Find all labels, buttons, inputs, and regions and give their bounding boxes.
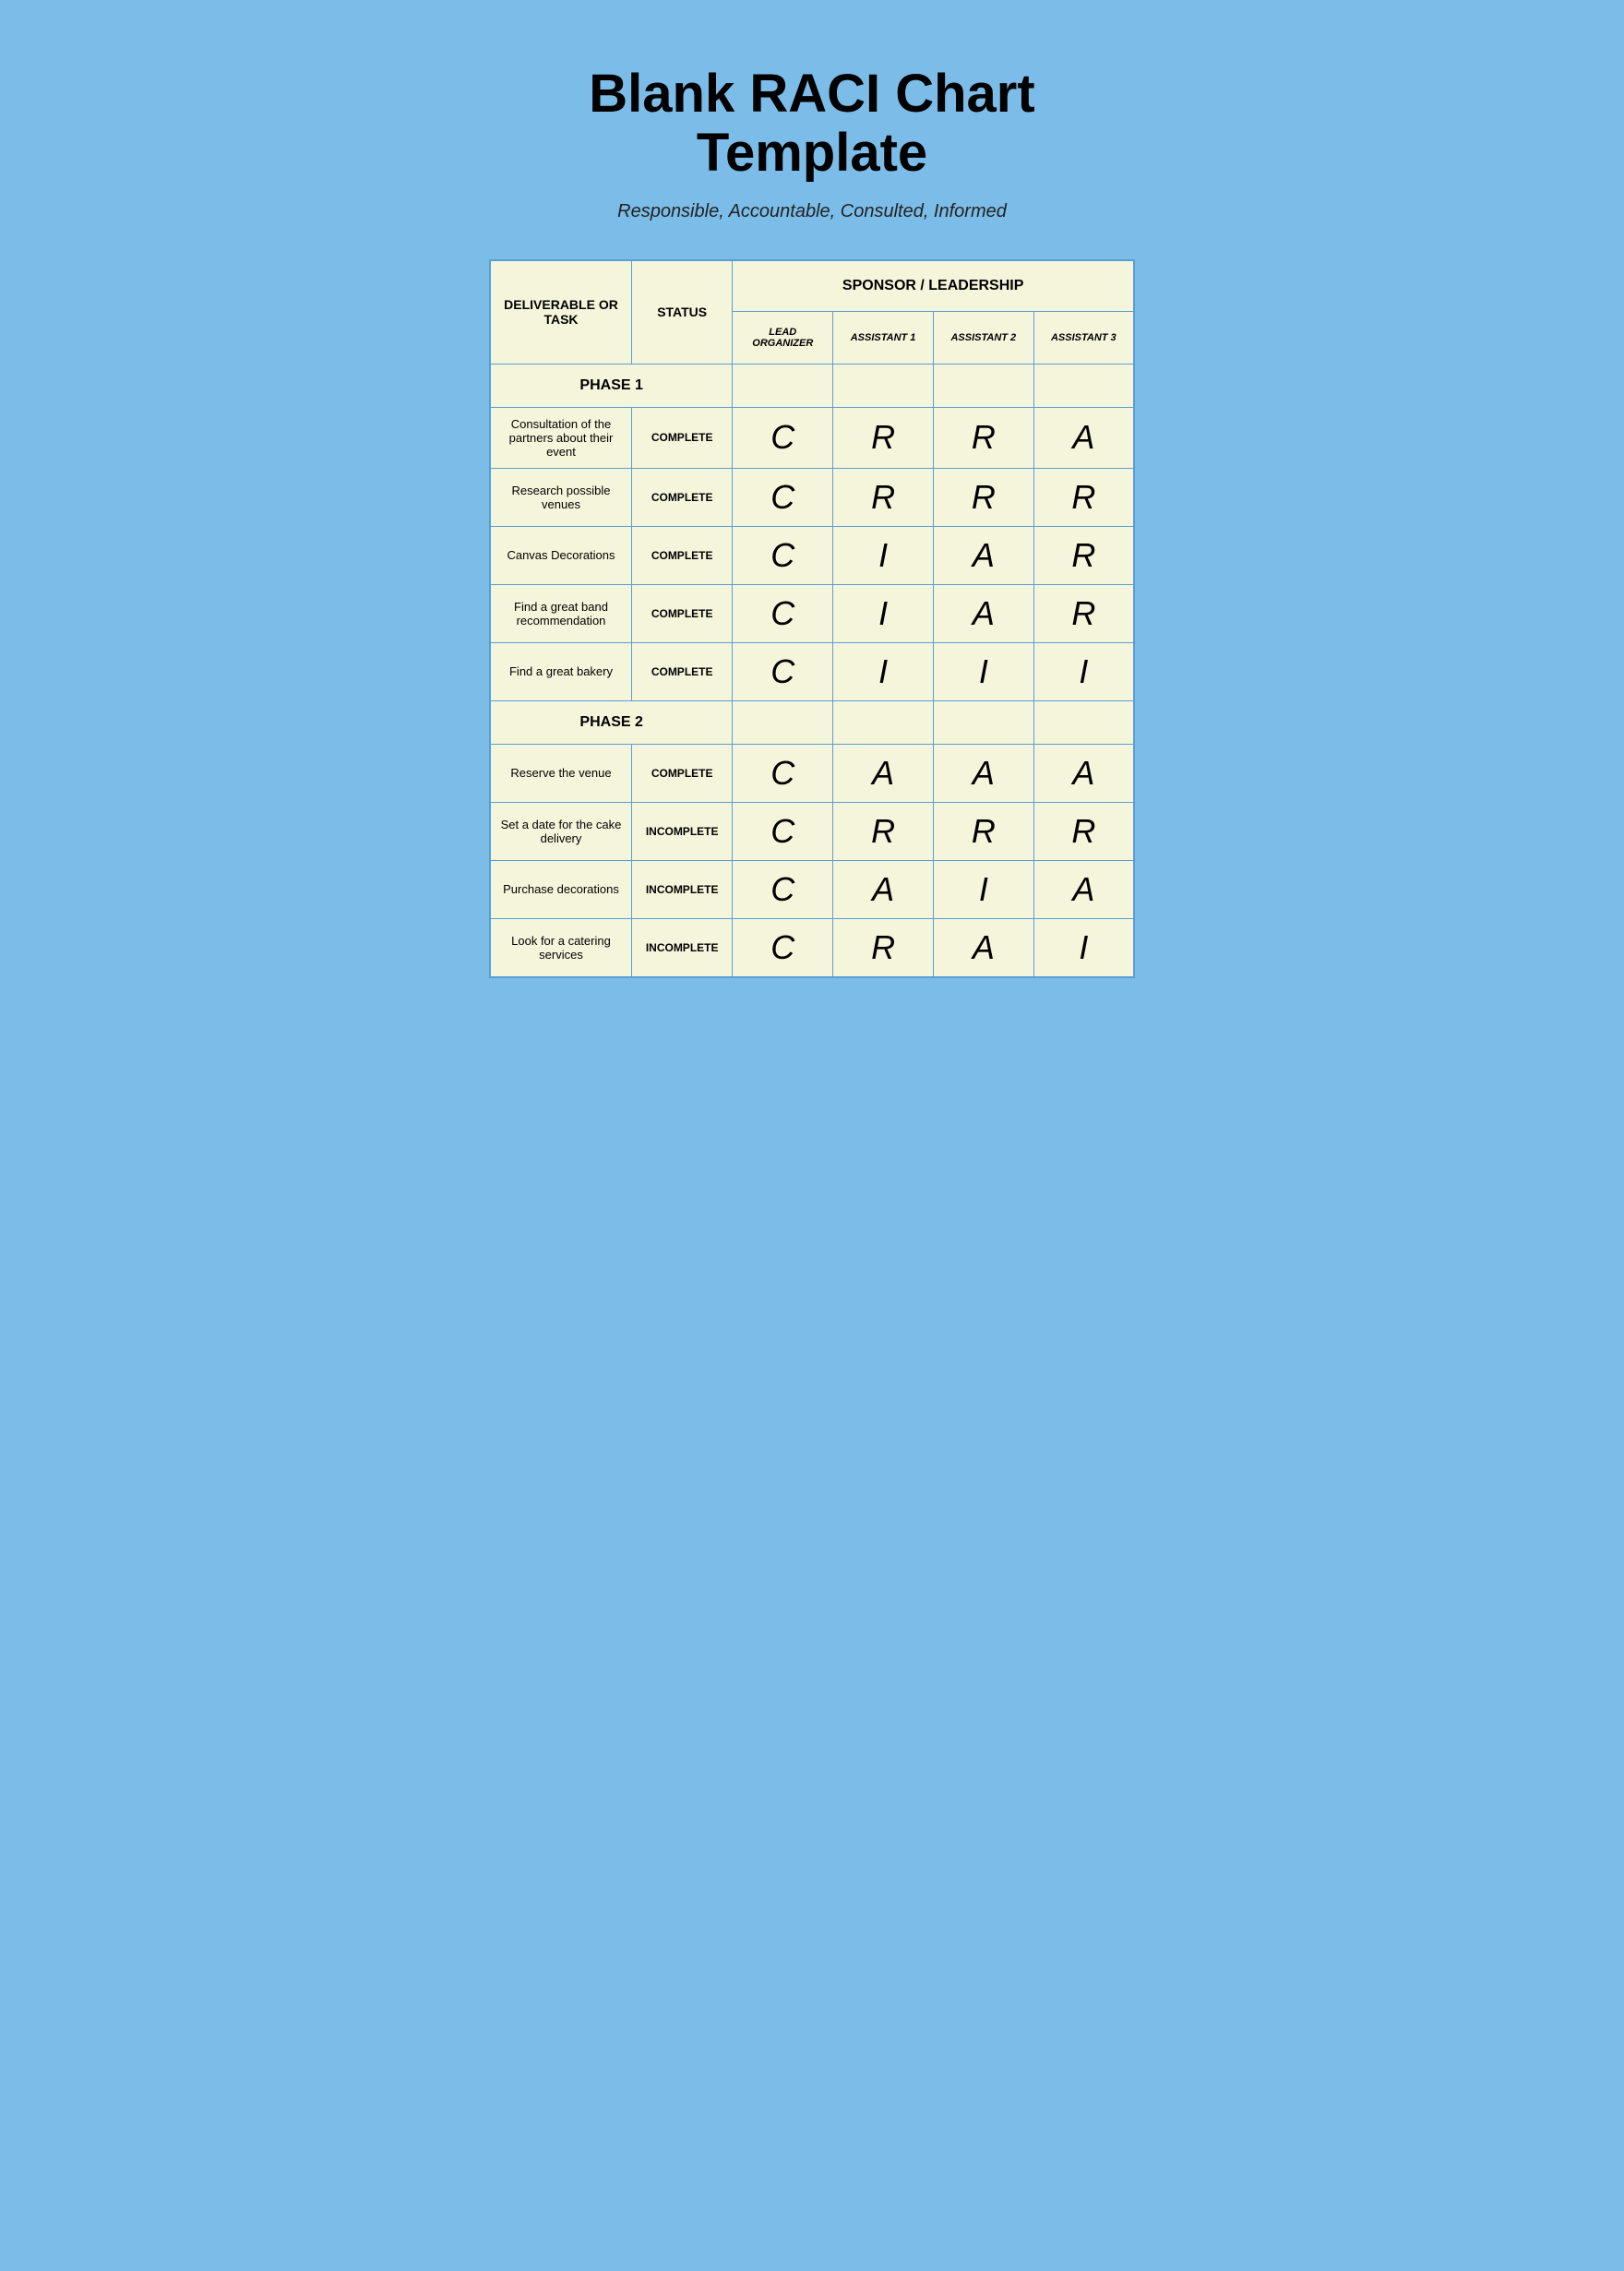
p1-row4-lead: C	[733, 642, 833, 700]
page-subtitle: Responsible, Accountable, Consulted, Inf…	[617, 201, 1007, 222]
p2-row1-task: Set a date for the cake delivery	[490, 802, 631, 860]
p2-row0-row: Reserve the venueCOMPLETECAAA	[490, 744, 1134, 802]
assistant3-header: ASSISTANT 3	[1033, 311, 1134, 364]
p2-row1-row: Set a date for the cake deliveryINCOMPLE…	[490, 802, 1134, 860]
phase1-row: PHASE 1	[490, 364, 1134, 407]
p1-row3-status: COMPLETE	[631, 584, 732, 642]
p1-row1-a3: R	[1033, 468, 1134, 526]
p2-row2-a2: I	[933, 860, 1033, 918]
p1-row2-task: Canvas Decorations	[490, 526, 631, 584]
p1-row2-a3: R	[1033, 526, 1134, 584]
p2-row3-a2: A	[933, 918, 1033, 977]
p2-row0-lead: C	[733, 744, 833, 802]
p1-row0-status: COMPLETE	[631, 407, 732, 468]
lead-organizer-header: LEAD ORGANIZER	[733, 311, 833, 364]
deliverable-header: DELIVERABLE OR TASK	[490, 260, 631, 365]
p2-row1-status: INCOMPLETE	[631, 802, 732, 860]
p1-row0-row: Consultation of the partners about their…	[490, 407, 1134, 468]
p2-row0-status: COMPLETE	[631, 744, 732, 802]
p2-row3-status: INCOMPLETE	[631, 918, 732, 977]
p1-row4-status: COMPLETE	[631, 642, 732, 700]
p1-row2-a1: I	[833, 526, 934, 584]
p2-row3-a3: I	[1033, 918, 1134, 977]
p2-row1-a3: R	[1033, 802, 1134, 860]
p1-row0-a2: R	[933, 407, 1033, 468]
assistant1-header: ASSISTANT 1	[833, 311, 934, 364]
status-header: STATUS	[631, 260, 732, 365]
p2-row3-row: Look for a catering servicesINCOMPLETECR…	[490, 918, 1134, 977]
p2-row1-a2: R	[933, 802, 1033, 860]
p1-row3-a3: R	[1033, 584, 1134, 642]
p1-row1-a2: R	[933, 468, 1033, 526]
p2-row3-a1: R	[833, 918, 934, 977]
phase2-row: PHASE 2	[490, 700, 1134, 744]
phase2-label: PHASE 2	[490, 700, 733, 744]
p2-row0-task: Reserve the venue	[490, 744, 631, 802]
p2-row3-task: Look for a catering services	[490, 918, 631, 977]
p1-row1-row: Research possible venuesCOMPLETECRRR	[490, 468, 1134, 526]
p1-row0-lead: C	[733, 407, 833, 468]
p1-row4-a3: I	[1033, 642, 1134, 700]
p1-row3-task: Find a great band recommendation	[490, 584, 631, 642]
p1-row4-task: Find a great bakery	[490, 642, 631, 700]
p2-row2-lead: C	[733, 860, 833, 918]
main-header-row: DELIVERABLE OR TASK STATUS SPONSOR / LEA…	[490, 260, 1134, 312]
p1-row3-a2: A	[933, 584, 1033, 642]
p1-row4-a1: I	[833, 642, 934, 700]
p1-row1-lead: C	[733, 468, 833, 526]
p1-row2-row: Canvas DecorationsCOMPLETECIAR	[490, 526, 1134, 584]
p1-row1-status: COMPLETE	[631, 468, 732, 526]
page-title: Blank RACI Chart Template	[489, 65, 1135, 183]
p2-row0-a1: A	[833, 744, 934, 802]
p2-row3-lead: C	[733, 918, 833, 977]
p1-row0-a3: A	[1033, 407, 1134, 468]
page-container: Blank RACI Chart Template Responsible, A…	[489, 37, 1135, 978]
p2-row2-task: Purchase decorations	[490, 860, 631, 918]
raci-table: DELIVERABLE OR TASK STATUS SPONSOR / LEA…	[489, 259, 1135, 978]
p1-row1-a1: R	[833, 468, 934, 526]
table-body: PHASE 1 Consultation of the partners abo…	[490, 364, 1134, 977]
phase1-label: PHASE 1	[490, 364, 733, 407]
p2-row1-a1: R	[833, 802, 934, 860]
p1-row2-lead: C	[733, 526, 833, 584]
p2-row2-a3: A	[1033, 860, 1134, 918]
p1-row3-lead: C	[733, 584, 833, 642]
sponsor-header: SPONSOR / LEADERSHIP	[733, 260, 1134, 312]
p2-row0-a3: A	[1033, 744, 1134, 802]
p1-row3-row: Find a great band recommendationCOMPLETE…	[490, 584, 1134, 642]
assistant2-header: ASSISTANT 2	[933, 311, 1033, 364]
p1-row1-task: Research possible venues	[490, 468, 631, 526]
p1-row3-a1: I	[833, 584, 934, 642]
p2-row1-lead: C	[733, 802, 833, 860]
p2-row2-status: INCOMPLETE	[631, 860, 732, 918]
p2-row0-a2: A	[933, 744, 1033, 802]
p1-row0-task: Consultation of the partners about their…	[490, 407, 631, 468]
p1-row2-status: COMPLETE	[631, 526, 732, 584]
p1-row0-a1: R	[833, 407, 934, 468]
p1-row2-a2: A	[933, 526, 1033, 584]
p1-row4-a2: I	[933, 642, 1033, 700]
p2-row2-a1: A	[833, 860, 934, 918]
p2-row2-row: Purchase decorationsINCOMPLETECAIA	[490, 860, 1134, 918]
p1-row4-row: Find a great bakeryCOMPLETECIII	[490, 642, 1134, 700]
